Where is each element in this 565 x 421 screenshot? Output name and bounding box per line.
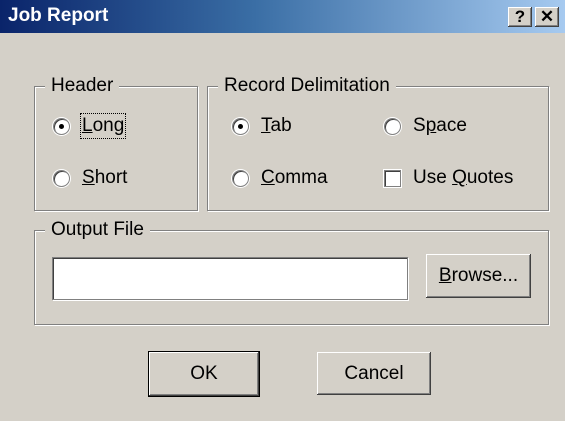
header-short-radio[interactable]: Short	[53, 167, 127, 189]
space-radio[interactable]: Space	[384, 115, 467, 137]
header-legend: Header	[45, 74, 120, 98]
header-long-radio[interactable]: Long	[53, 113, 127, 139]
comma-radio[interactable]: Comma	[232, 167, 328, 189]
header-long-label: Long	[79, 113, 127, 139]
tab-radio[interactable]: Tab	[232, 115, 292, 137]
window-title: Job Report	[8, 5, 109, 26]
output-file-input[interactable]	[52, 257, 408, 300]
header-short-label: Short	[82, 167, 128, 188]
radio-indicator[interactable]	[232, 117, 249, 135]
output-file-legend: Output File	[45, 218, 150, 242]
use-quotes-checkbox[interactable]: Use Quotes	[384, 167, 513, 189]
help-button[interactable]: ?	[508, 7, 532, 27]
header-group: Header Long Short	[34, 74, 198, 211]
comma-label: Comma	[261, 167, 328, 188]
cancel-button[interactable]: Cancel	[317, 352, 431, 395]
radio-indicator[interactable]	[384, 117, 401, 135]
browse-button[interactable]: Browse...	[426, 254, 531, 298]
radio-indicator[interactable]	[232, 169, 249, 187]
record-delimitation-group: Record Delimitation Tab Space Comma Use …	[207, 74, 549, 211]
tab-label: Tab	[261, 115, 292, 136]
ok-button[interactable]: OK	[148, 351, 260, 397]
job-report-dialog: Job Report ? ✕ Header Long Short Record …	[0, 0, 565, 421]
record-delimitation-legend: Record Delimitation	[218, 74, 396, 98]
radio-indicator[interactable]	[53, 117, 70, 135]
use-quotes-label: Use Quotes	[413, 167, 514, 188]
close-icon: ✕	[539, 7, 555, 26]
help-icon: ?	[514, 7, 526, 26]
checkbox-indicator[interactable]	[384, 169, 401, 187]
title-bar[interactable]: Job Report ? ✕	[0, 0, 565, 33]
radio-indicator[interactable]	[53, 169, 70, 187]
space-label: Space	[413, 115, 467, 136]
close-button[interactable]: ✕	[535, 7, 559, 27]
